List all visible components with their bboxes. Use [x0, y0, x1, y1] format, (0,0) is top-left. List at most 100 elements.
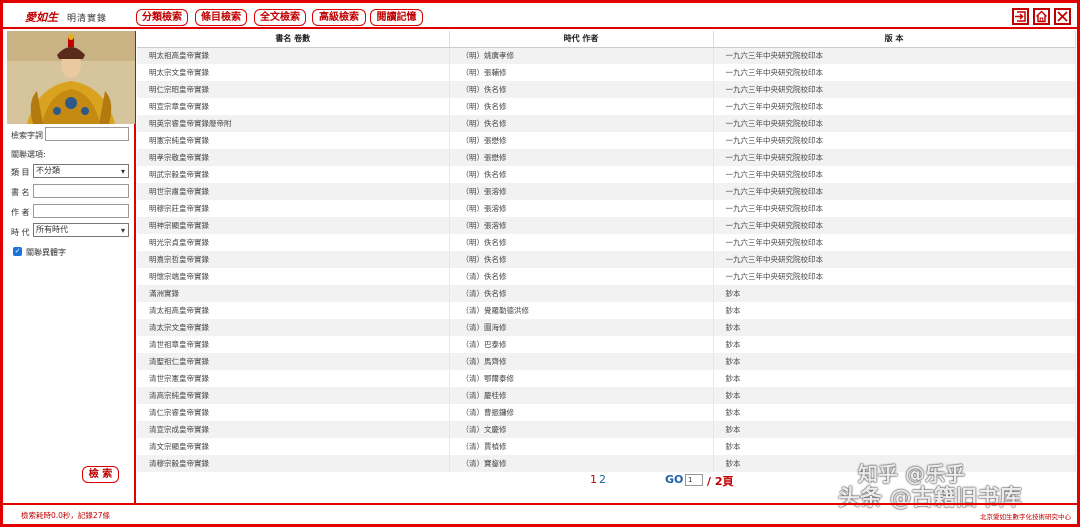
cell-title[interactable]: 明英宗睿皇帝實錄廢帝附	[137, 115, 450, 132]
table-row[interactable]: 明孝宗敬皇帝實錄 （明）張懋修 一九六三年中央研究院校印本	[137, 149, 1076, 166]
page-link-1[interactable]: 1	[590, 473, 597, 486]
cell-title[interactable]: 明熹宗哲皇帝實錄	[137, 251, 450, 268]
cell-title[interactable]: 滿洲實錄	[137, 285, 450, 302]
cell-title[interactable]: 清宣宗成皇帝實錄	[137, 421, 450, 438]
table-row[interactable]: 清聖祖仁皇帝實錄 （清）馬齊修 鈔本	[137, 353, 1076, 370]
table-row[interactable]: 明世宗肅皇帝實錄 （明）張溶修 一九六三年中央研究院校印本	[137, 183, 1076, 200]
cell-era-author: （明）佚名修	[449, 98, 714, 115]
table-row[interactable]: 明太宗文皇帝實錄 （明）張輔修 一九六三年中央研究院校印本	[137, 64, 1076, 81]
author-label: 作 者	[11, 208, 30, 217]
cell-title[interactable]: 明神宗顯皇帝實錄	[137, 217, 450, 234]
nav-reading-memory-button[interactable]: 閱讀記憶	[370, 9, 423, 26]
search-button[interactable]: 檢 索	[82, 466, 119, 483]
page-link-2[interactable]: 2	[599, 473, 606, 486]
table-row[interactable]: 明光宗貞皇帝實錄 （明）佚名修 一九六三年中央研究院校印本	[137, 234, 1076, 251]
table-row[interactable]: 清文宗顯皇帝實錄 （清）賈楨修 鈔本	[137, 438, 1076, 455]
cell-era-author: （清）佚名修	[449, 285, 714, 302]
cell-title[interactable]: 明太祖高皇帝實錄	[137, 47, 450, 64]
cell-title[interactable]: 明憲宗純皇帝實錄	[137, 132, 450, 149]
cell-title[interactable]: 清高宗純皇帝實錄	[137, 387, 450, 404]
variant-char-label: 關聯異體字	[26, 248, 66, 257]
cell-edition: 一九六三年中央研究院校印本	[713, 268, 1076, 285]
table-row[interactable]: 清宣宗成皇帝實錄 （清）文慶修 鈔本	[137, 421, 1076, 438]
exit-icon[interactable]	[1012, 8, 1029, 25]
table-row[interactable]: 清世宗憲皇帝實錄 （清）鄂爾泰修 鈔本	[137, 370, 1076, 387]
cell-title[interactable]: 明世宗肅皇帝實錄	[137, 183, 450, 200]
cell-title[interactable]: 明孝宗敬皇帝實錄	[137, 149, 450, 166]
table-row[interactable]: 明仁宗昭皇帝實錄 （明）佚名修 一九六三年中央研究院校印本	[137, 81, 1076, 98]
cell-title[interactable]: 明宣宗章皇帝實錄	[137, 98, 450, 115]
cell-edition: 鈔本	[713, 302, 1076, 319]
page-number-input[interactable]: 1	[685, 474, 703, 486]
search-term-label: 檢索字詞	[11, 131, 43, 140]
cell-edition: 一九六三年中央研究院校印本	[713, 81, 1076, 98]
cell-era-author: （清）鄂爾泰修	[449, 370, 714, 387]
cell-title[interactable]: 清文宗顯皇帝實錄	[137, 438, 450, 455]
table-row[interactable]: 清仁宗睿皇帝實錄 （清）曹振鏞修 鈔本	[137, 404, 1076, 421]
cell-title[interactable]: 明光宗貞皇帝實錄	[137, 234, 450, 251]
book-name-input[interactable]	[33, 184, 129, 198]
era-select[interactable]: 所有時代 ▾	[33, 223, 129, 237]
table-header-row: 書名 卷數 時代 作者 版 本	[137, 31, 1076, 48]
cell-title[interactable]: 清太宗文皇帝實錄	[137, 319, 450, 336]
cell-title[interactable]: 明武宗毅皇帝實錄	[137, 166, 450, 183]
table-row[interactable]: 清太祖高皇帝實錄 （清）覺羅勒德洪修 鈔本	[137, 302, 1076, 319]
cell-title[interactable]: 清仁宗睿皇帝實錄	[137, 404, 450, 421]
cell-edition: 一九六三年中央研究院校印本	[713, 47, 1076, 64]
table-row[interactable]: 明熹宗哲皇帝實錄 （明）佚名修 一九六三年中央研究院校印本	[137, 251, 1076, 268]
cell-edition: 一九六三年中央研究院校印本	[713, 183, 1076, 200]
variant-char-checkbox[interactable]: ✓	[13, 247, 22, 256]
close-icon[interactable]	[1054, 8, 1071, 25]
table-row[interactable]: 明太祖高皇帝實錄 （明）姚廣孝修 一九六三年中央研究院校印本	[137, 47, 1076, 64]
chevron-down-icon: ▾	[120, 167, 125, 176]
cell-era-author: （明）佚名修	[449, 166, 714, 183]
cell-era-author: （明）佚名修	[449, 234, 714, 251]
cell-edition: 鈔本	[713, 370, 1076, 387]
table-row[interactable]: 清世祖章皇帝實錄 （清）巴泰修 鈔本	[137, 336, 1076, 353]
table-row[interactable]: 明武宗毅皇帝實錄 （明）佚名修 一九六三年中央研究院校印本	[137, 166, 1076, 183]
table-row[interactable]: 明穆宗莊皇帝實錄 （明）張溶修 一九六三年中央研究院校印本	[137, 200, 1076, 217]
table-row[interactable]: 清太宗文皇帝實錄 （清）圖海修 鈔本	[137, 319, 1076, 336]
author-input[interactable]	[33, 204, 129, 218]
category-select-value: 不分類	[36, 166, 60, 175]
cell-title[interactable]: 明穆宗莊皇帝實錄	[137, 200, 450, 217]
home-icon[interactable]	[1033, 8, 1050, 25]
table-row[interactable]: 明宣宗章皇帝實錄 （明）佚名修 一九六三年中央研究院校印本	[137, 98, 1076, 115]
table-row[interactable]: 清高宗純皇帝實錄 （清）慶桂修 鈔本	[137, 387, 1076, 404]
table-row[interactable]: 明神宗顯皇帝實錄 （明）張溶修 一九六三年中央研究院校印本	[137, 217, 1076, 234]
cell-era-author: （清）馬齊修	[449, 353, 714, 370]
table-row[interactable]: 明英宗睿皇帝實錄廢帝附 （明）佚名修 一九六三年中央研究院校印本	[137, 115, 1076, 132]
cell-edition: 一九六三年中央研究院校印本	[713, 98, 1076, 115]
table-row[interactable]: 滿洲實錄 （清）佚名修 鈔本	[137, 285, 1076, 302]
category-select[interactable]: 不分類 ▾	[33, 164, 129, 178]
cell-title[interactable]: 清穆宗毅皇帝實錄	[137, 455, 450, 472]
cell-edition: 一九六三年中央研究院校印本	[713, 251, 1076, 268]
cell-title[interactable]: 清聖祖仁皇帝實錄	[137, 353, 450, 370]
cell-title[interactable]: 清太祖高皇帝實錄	[137, 302, 450, 319]
cell-edition: 一九六三年中央研究院校印本	[713, 200, 1076, 217]
go-button[interactable]: GO	[665, 473, 683, 486]
cell-edition: 一九六三年中央研究院校印本	[713, 149, 1076, 166]
table-row[interactable]: 明懷宗端皇帝實錄 （清）佚名修 一九六三年中央研究院校印本	[137, 268, 1076, 285]
top-bar: 愛如生 明清實錄 分類檢索 條目檢索 全文檢索 高級檢索 閱讀記憶	[3, 3, 1077, 29]
cell-edition: 鈔本	[713, 404, 1076, 421]
cell-title[interactable]: 明懷宗端皇帝實錄	[137, 268, 450, 285]
cell-title[interactable]: 清世宗憲皇帝實錄	[137, 370, 450, 387]
nav-category-search-button[interactable]: 分類檢索	[136, 9, 188, 26]
cell-title[interactable]: 明仁宗昭皇帝實錄	[137, 81, 450, 98]
table-row[interactable]: 明憲宗純皇帝實錄 （明）張懋修 一九六三年中央研究院校印本	[137, 132, 1076, 149]
nav-advanced-search-button[interactable]: 高級檢索	[312, 9, 366, 26]
nav-fulltext-search-button[interactable]: 全文檢索	[254, 9, 306, 26]
cell-edition: 鈔本	[713, 421, 1076, 438]
cell-era-author: （清）佚名修	[449, 268, 714, 285]
total-pages-text: / 2頁	[707, 475, 734, 488]
cell-era-author: （清）圖海修	[449, 319, 714, 336]
cell-era-author: （清）寶鋆修	[449, 455, 714, 472]
cell-title[interactable]: 清世祖章皇帝實錄	[137, 336, 450, 353]
search-status-text: 檢索耗時0.0秒，記錄27條	[21, 511, 110, 520]
cell-title[interactable]: 明太宗文皇帝實錄	[137, 64, 450, 81]
nav-entry-search-button[interactable]: 條目檢索	[195, 9, 247, 26]
search-term-input[interactable]	[45, 127, 129, 141]
status-bar: 檢索耗時0.0秒，記錄27條 北京愛如生數字化技術研究中心	[3, 503, 1077, 524]
cell-edition: 鈔本	[713, 353, 1076, 370]
